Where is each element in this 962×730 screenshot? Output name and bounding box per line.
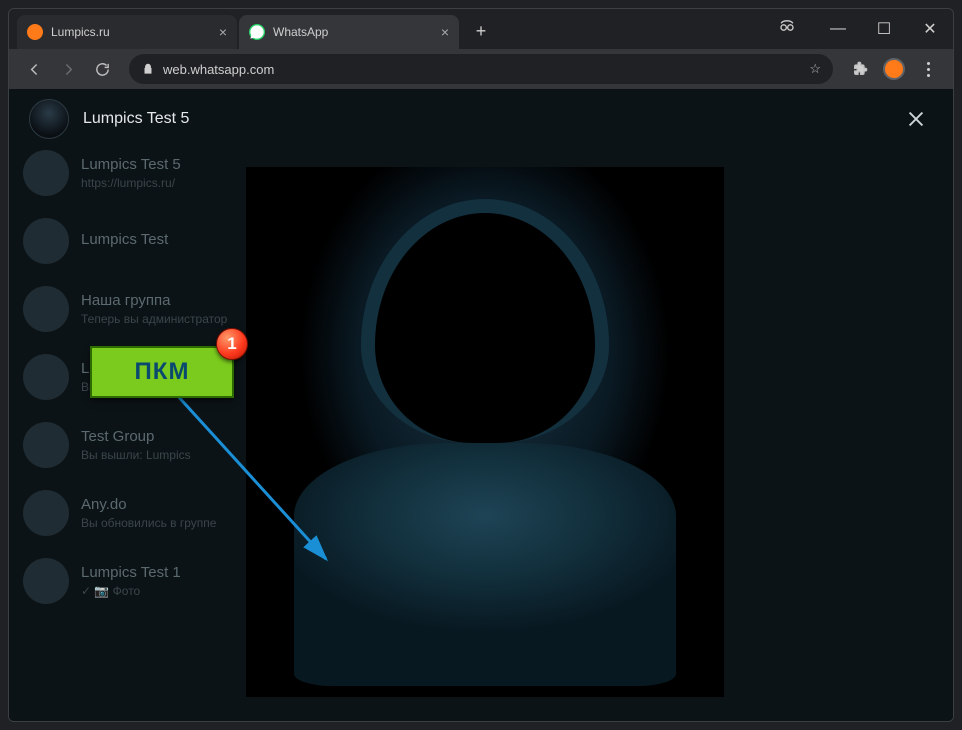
chat-subtitle: https://lumpics.ru/ [81, 176, 181, 190]
avatar [23, 354, 69, 400]
avatar [23, 286, 69, 332]
nav-reload-button[interactable] [87, 54, 117, 84]
chat-title: Наша группа [81, 292, 227, 309]
avatar [23, 490, 69, 536]
annotation-step-badge: 1 [216, 328, 248, 360]
tab-favicon-orange [27, 24, 43, 40]
annotation-badge-number: 1 [227, 334, 236, 354]
tab-lumpics[interactable]: Lumpics.ru × [17, 15, 237, 49]
tab-favicon-whatsapp [249, 24, 265, 40]
bookmark-star-icon[interactable]: ☆ [809, 61, 821, 77]
chat-title: Any.do [81, 496, 216, 513]
chat-subtitle: Вы вышли: Lumpics [81, 448, 191, 462]
close-viewer-button[interactable] [899, 102, 933, 136]
browser-window: Lumpics.ru × WhatsApp × + — ☐ ✕ web.what… [8, 8, 954, 722]
chat-title: Lumpics Test 1 [81, 564, 181, 581]
address-bar[interactable]: web.whatsapp.com ☆ [129, 54, 833, 84]
tab-title: Lumpics.ru [51, 25, 110, 39]
annotation-label: ПКМ [135, 358, 190, 386]
close-icon: ✕ [923, 19, 936, 39]
chat-subtitle: ✓ 📷 Фото [81, 584, 181, 598]
browser-toolbar: web.whatsapp.com ☆ [9, 49, 953, 89]
profile-button[interactable] [879, 54, 909, 84]
chat-title: Test Group [81, 428, 191, 445]
tab-whatsapp[interactable]: WhatsApp × [239, 15, 459, 49]
chat-title: Lumpics Test 5 [81, 156, 181, 173]
chat-subtitle: Теперь вы администратор [81, 312, 227, 326]
annotation-callout: ПКМ 1 [90, 346, 234, 398]
incognito-icon [777, 15, 805, 43]
tab-close-icon[interactable]: × [441, 24, 449, 40]
address-text: web.whatsapp.com [163, 62, 801, 77]
avatar [23, 150, 69, 196]
chat-subtitle: Вы обновились в группе [81, 516, 216, 530]
profile-photo-large[interactable] [246, 167, 724, 697]
annotation-label-box: ПКМ [90, 346, 234, 398]
photo-content [246, 167, 724, 697]
extensions-button[interactable] [845, 54, 875, 84]
browser-menu-button[interactable] [913, 54, 943, 84]
window-minimize-button[interactable]: — [815, 9, 861, 49]
page-content: Lumpics Test 5 https://lumpics.ru/ Lumpic… [9, 89, 953, 722]
tab-strip: Lumpics.ru × WhatsApp × + — ☐ ✕ [9, 9, 953, 49]
window-controls: — ☐ ✕ [777, 9, 953, 49]
profile-avatar-icon [883, 58, 905, 80]
window-close-button[interactable]: ✕ [907, 9, 953, 49]
tab-title: WhatsApp [273, 25, 328, 39]
chat-title: Lumpics Test [81, 231, 168, 248]
minimize-icon: — [830, 20, 846, 38]
nav-forward-button[interactable] [53, 54, 83, 84]
new-tab-button[interactable]: + [467, 17, 495, 45]
avatar [23, 558, 69, 604]
media-viewer-header: Lumpics Test 5 [9, 89, 953, 149]
nav-back-button[interactable] [19, 54, 49, 84]
maximize-icon: ☐ [877, 19, 891, 39]
contact-avatar[interactable] [29, 99, 69, 139]
lock-icon [141, 62, 155, 76]
tab-close-icon[interactable]: × [219, 24, 227, 40]
window-maximize-button[interactable]: ☐ [861, 9, 907, 49]
avatar [23, 218, 69, 264]
avatar [23, 422, 69, 468]
contact-name: Lumpics Test 5 [83, 110, 189, 128]
